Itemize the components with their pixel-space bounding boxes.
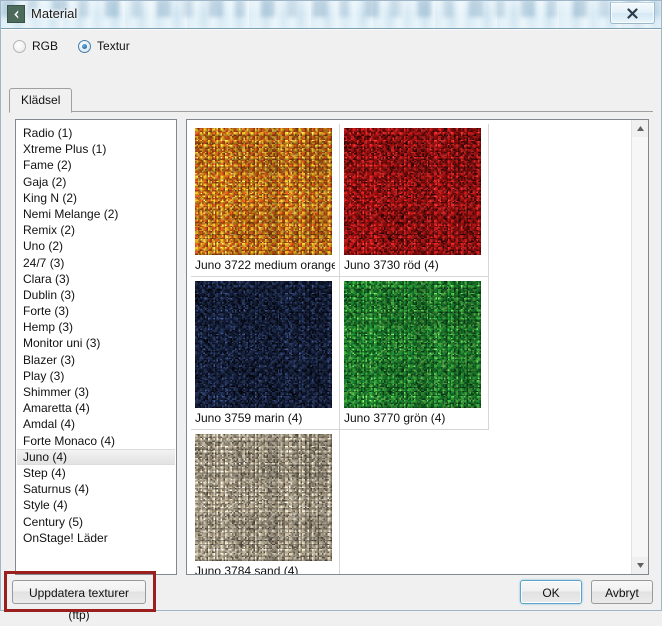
list-item[interactable]: Amdal (4) <box>17 416 175 432</box>
list-item[interactable]: Style (4) <box>17 497 175 513</box>
list-item[interactable]: Saturnus (4) <box>17 481 175 497</box>
radio-rgb-label: RGB <box>32 39 59 53</box>
ok-button[interactable]: OK <box>520 580 582 604</box>
list-item[interactable]: Shimmer (3) <box>17 384 175 400</box>
title-bar: Material <box>1 1 661 29</box>
texture-panel: Juno 3722 medium orange (4) Juno 3730 röd… <box>186 119 649 575</box>
texture-grid: Juno 3722 medium orange (4) Juno 3730 röd… <box>191 124 631 574</box>
texture-swatch-image[interactable] <box>344 128 481 255</box>
texture-swatch-image[interactable] <box>195 128 332 255</box>
texture-cell[interactable]: Juno 3759 marin (4) <box>191 277 340 430</box>
list-item[interactable]: Forte Monaco (4) <box>17 433 175 449</box>
texture-swatch-image[interactable] <box>344 281 481 408</box>
list-item[interactable]: Play (3) <box>17 368 175 384</box>
list-item[interactable]: Remix (2) <box>17 222 175 238</box>
list-item[interactable]: Monitor uni (3) <box>17 335 175 351</box>
texture-cell[interactable]: Juno 3784 sand (4) <box>191 430 340 574</box>
list-item[interactable]: Dublin (3) <box>17 287 175 303</box>
texture-label: Juno 3759 marin (4) <box>195 411 303 425</box>
tab-kladsel[interactable]: Klädsel <box>9 88 73 113</box>
list-item[interactable]: Clara (3) <box>17 271 175 287</box>
texture-label: Juno 3730 röd (4) <box>344 258 439 272</box>
radio-textur[interactable]: Textur <box>78 39 130 53</box>
list-item[interactable]: Radio (1) <box>17 125 175 141</box>
list-item[interactable]: Century (5) <box>17 514 175 530</box>
texture-swatch-image[interactable] <box>195 434 332 561</box>
radio-textur-dot <box>78 39 92 53</box>
scroll-up-arrow-icon[interactable] <box>632 120 648 137</box>
list-item[interactable]: Fame (2) <box>17 157 175 173</box>
dialog-button-bar: Uppdatera texturer (ftp) OK Avbryt <box>1 571 661 622</box>
list-item[interactable]: OnStage! Läder <box>17 530 175 546</box>
list-item[interactable]: Forte (3) <box>17 303 175 319</box>
texture-cell[interactable]: Juno 3722 medium orange (4) <box>191 124 340 277</box>
radio-rgb[interactable]: RGB <box>13 39 58 53</box>
dialog-content: RGB Textur Klädsel Radio (1) Xtreme Plus … <box>1 29 661 622</box>
list-item[interactable]: Uno (2) <box>17 238 175 254</box>
update-textures-button[interactable]: Uppdatera texturer (ftp) <box>12 580 146 622</box>
tab-strip: Klädsel <box>9 88 653 113</box>
list-item[interactable]: Gaja (2) <box>17 174 175 190</box>
list-item[interactable]: 24/7 (3) <box>17 255 175 271</box>
list-item[interactable]: Xtreme Plus (1) <box>17 141 175 157</box>
cancel-button[interactable]: Avbryt <box>591 580 653 604</box>
list-item[interactable]: Blazer (3) <box>17 352 175 368</box>
list-item[interactable]: Juno (4) <box>17 448 175 465</box>
texture-scroll-area: Juno 3722 medium orange (4) Juno 3730 röd… <box>187 120 631 574</box>
window-title: Material <box>31 6 78 21</box>
list-item[interactable]: Amaretta (4) <box>17 400 175 416</box>
scroll-down-arrow-icon[interactable] <box>632 557 648 574</box>
list-item[interactable]: Hemp (3) <box>17 319 175 335</box>
texture-label: Juno 3722 medium orange (4) <box>195 258 335 272</box>
scrollbar-track[interactable] <box>632 137 648 557</box>
texture-cell[interactable]: Juno 3730 röd (4) <box>340 124 489 277</box>
texture-label: Juno 3784 sand (4) <box>195 564 299 574</box>
list-item[interactable]: Nemi Melange (2) <box>17 206 175 222</box>
panel-row: Radio (1) Xtreme Plus (1) Fame (2) Gaja (2)… <box>15 119 649 575</box>
texture-swatch-image[interactable] <box>195 281 332 408</box>
close-button[interactable] <box>610 2 655 24</box>
texture-label: Juno 3770 grön (4) <box>344 411 446 425</box>
material-dialog: Material RGB Textur Klädsel Radio (1)Xt <box>0 0 662 622</box>
material-list[interactable]: Radio (1) Xtreme Plus (1) Fame (2) Gaja (2)… <box>15 119 177 575</box>
texture-cell[interactable]: Juno 3770 grön (4) <box>340 277 489 430</box>
list-item[interactable]: Step (4) <box>17 465 175 481</box>
mode-radio-group: RGB Textur <box>13 39 130 53</box>
list-item[interactable]: King N (2) <box>17 190 175 206</box>
radio-rgb-dot <box>13 39 26 53</box>
radio-textur-label: Textur <box>97 39 130 53</box>
back-chevron-icon <box>7 5 25 23</box>
texture-vertical-scrollbar[interactable] <box>631 120 648 574</box>
